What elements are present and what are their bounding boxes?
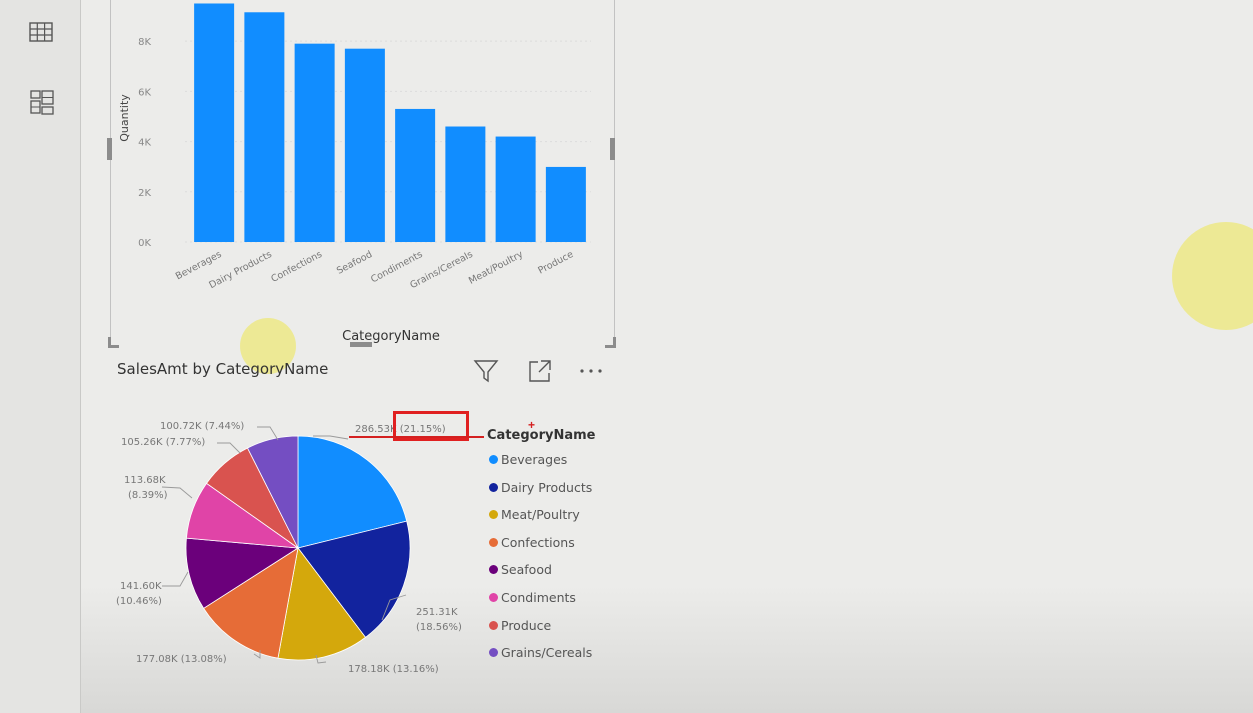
pie-data-label: 113.68K <box>124 475 166 486</box>
pie-data-label: (10.46%) <box>116 596 162 607</box>
bar[interactable] <box>194 3 235 242</box>
bar-chart-visual[interactable]: 0K 2K 4K 6K 8K Beverages Dairy Products Confec… <box>110 0 615 345</box>
y-tick-label: 4K <box>138 138 151 149</box>
legend-color-dot <box>489 510 498 520</box>
bar[interactable] <box>395 108 436 242</box>
legend-item[interactable]: Seafood <box>489 562 552 577</box>
legend-label: Dairy Products <box>501 479 593 495</box>
resize-handle-left[interactable] <box>107 138 112 160</box>
y-tick-label: 0K <box>138 238 151 249</box>
x-tick-label: Meat/Poultry <box>467 249 525 287</box>
bar-chart: 0K2K4K6K8K BeveragesDairy ProductsConfec… <box>118 3 591 344</box>
resize-corner-bottom-right[interactable] <box>605 337 616 348</box>
annotation-plus-mark: + <box>528 418 536 432</box>
model-view-icon[interactable] <box>27 88 57 118</box>
y-tick-label: 6K <box>138 87 151 98</box>
legend-color-dot <box>489 537 498 547</box>
legend-color-dot <box>489 565 498 575</box>
bar[interactable] <box>244 12 285 242</box>
legend-label: Confections <box>501 534 575 550</box>
y-axis-label: Quantity <box>118 94 131 142</box>
bar[interactable] <box>545 166 586 242</box>
y-tick-label: 2K <box>138 188 151 199</box>
legend-color-dot <box>489 648 498 658</box>
annotation-underline <box>349 436 484 438</box>
legend-label: Produce <box>501 617 552 633</box>
bar[interactable] <box>294 43 335 242</box>
pie-data-label: (18.56%) <box>416 622 462 633</box>
resize-corner-bottom-left[interactable] <box>108 337 119 348</box>
resize-handle-right[interactable] <box>610 138 615 160</box>
x-tick-label: Confections <box>269 249 324 285</box>
pie-data-label: 178.18K (13.16%) <box>348 664 439 675</box>
legend-color-dot <box>489 455 498 464</box>
legend-item[interactable]: Beverages <box>489 452 567 467</box>
legend-item[interactable]: Condiments <box>489 590 576 605</box>
legend-color-dot <box>489 482 498 492</box>
more-options-icon[interactable] <box>577 357 605 385</box>
bar[interactable] <box>445 126 486 242</box>
pie-data-label: 141.60K <box>120 581 162 592</box>
focus-mode-icon[interactable] <box>526 357 554 385</box>
resize-handle-bottom[interactable] <box>350 342 372 347</box>
legend-item[interactable]: Grains/Cereals <box>489 645 592 660</box>
pie-data-label: (8.39%) <box>128 490 168 501</box>
legend-label: Grains/Cereals <box>501 645 593 661</box>
y-tick-label: 8K <box>138 37 151 48</box>
x-tick-label: Seafood <box>335 249 374 277</box>
table-view-icon[interactable] <box>27 18 57 48</box>
pie-data-label: 100.72K (7.44%) <box>160 421 245 432</box>
bar[interactable] <box>344 48 385 243</box>
x-tick-label: Produce <box>536 249 575 277</box>
pie-data-label: 105.26K (7.77%) <box>121 437 206 448</box>
pie-data-label: 251.31K <box>416 607 458 618</box>
legend-item[interactable]: Confections <box>489 535 575 550</box>
legend-label: Condiments <box>501 590 576 605</box>
legend-item[interactable]: Produce <box>489 618 551 633</box>
filter-icon[interactable] <box>472 357 500 385</box>
legend-item[interactable]: Dairy Products <box>489 480 592 495</box>
legend-item[interactable]: Meat/Poultry <box>489 507 580 522</box>
bar[interactable] <box>495 136 536 242</box>
legend-label: Beverages <box>501 452 568 467</box>
legend-color-dot <box>489 593 498 602</box>
legend-title: CategoryName <box>487 428 596 443</box>
legend-color-dot <box>489 620 498 630</box>
pie-data-label: 177.08K (13.08%) <box>136 654 227 665</box>
legend-label: Seafood <box>501 562 552 578</box>
pie-chart-title: SalesAmt by CategoryName <box>117 360 329 378</box>
left-sidebar <box>0 0 81 713</box>
legend-label: Meat/Poultry <box>501 507 580 523</box>
